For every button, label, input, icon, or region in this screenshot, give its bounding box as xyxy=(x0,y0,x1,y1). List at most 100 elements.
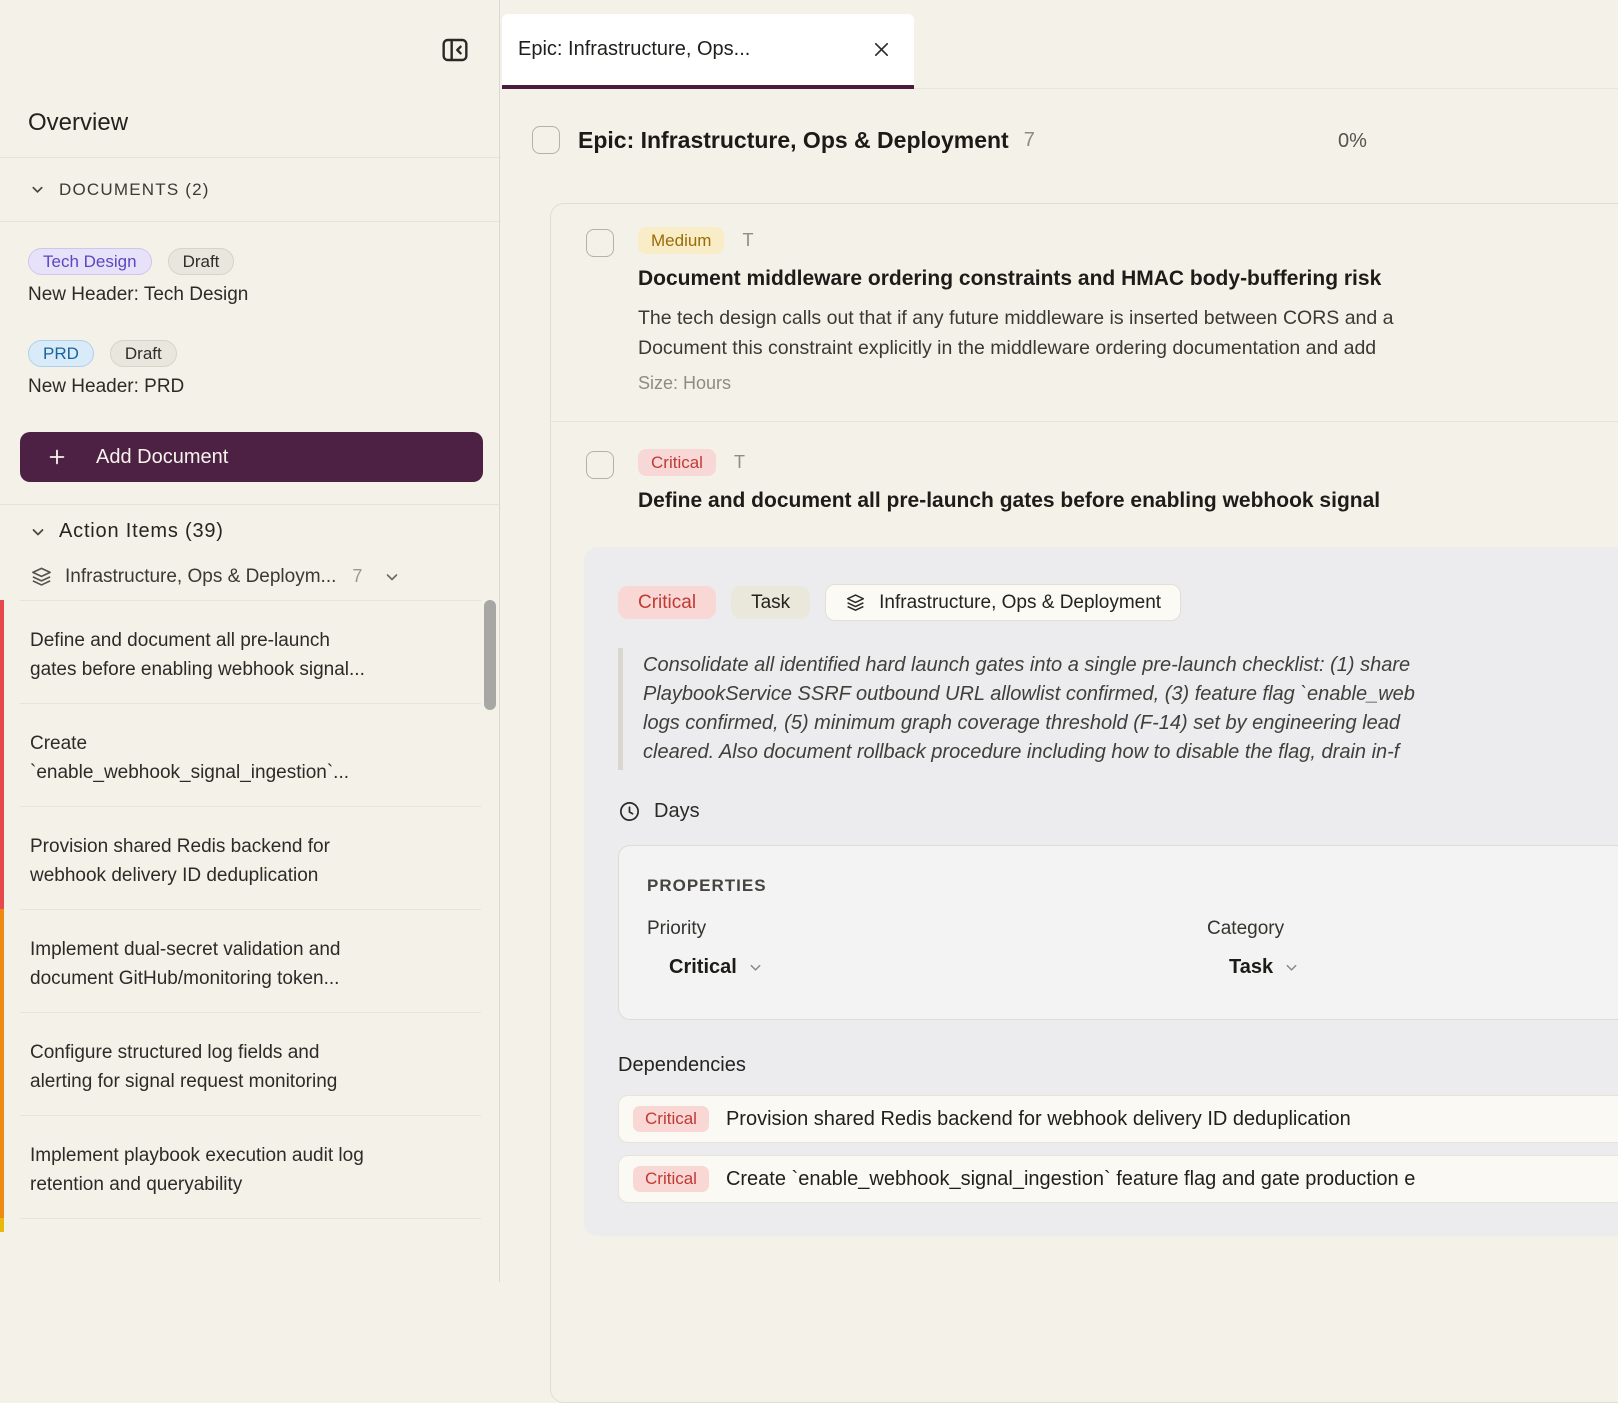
action-items-section-label: Action Items (39) xyxy=(59,520,224,543)
epic-chip-label: Infrastructure, Ops & Deployment xyxy=(879,592,1161,614)
dependency-priority-badge: Critical xyxy=(633,1166,709,1192)
action-item[interactable]: Implement dual-secret validation and doc… xyxy=(0,909,499,1012)
priority-badge: Critical xyxy=(638,449,716,476)
quote-line: logs confirmed, (5) minimum graph covera… xyxy=(643,709,1618,738)
task-list: Medium T Document middleware ordering co… xyxy=(550,203,1618,1403)
effort-row: Days xyxy=(618,800,1618,823)
group-label: Infrastructure, Ops & Deploym... xyxy=(65,566,336,588)
chevron-down-icon xyxy=(1284,960,1299,975)
task-checkbox[interactable] xyxy=(586,229,614,257)
collapse-sidebar-button[interactable] xyxy=(439,34,471,66)
action-item[interactable]: Define and document all pre-launch gates… xyxy=(0,600,499,703)
sidebar-item-overview[interactable]: Overview xyxy=(0,88,499,158)
chevron-down-icon xyxy=(748,960,763,975)
action-item[interactable]: Create `enable_webhook_signal_ingestion`… xyxy=(0,703,499,806)
group-count: 7 xyxy=(352,566,362,587)
action-items-list: Define and document all pre-launch gates… xyxy=(0,600,499,1232)
action-item-text: webhook delivery ID deduplication xyxy=(30,861,459,890)
category-label: Category xyxy=(1207,918,1618,940)
task-card-expanded[interactable]: Critical T Define and document all pre-l… xyxy=(551,421,1618,1236)
properties-panel: PROPERTIES Priority Critical xyxy=(618,845,1618,1020)
add-document-button[interactable]: Add Document xyxy=(20,432,483,482)
chevron-down-icon xyxy=(30,524,45,539)
priority-label: Priority xyxy=(647,918,1207,940)
doc-status-badge: Draft xyxy=(110,340,177,367)
document-item-prd[interactable]: PRD Draft New Header: PRD xyxy=(28,340,471,398)
dependency-priority-badge: Critical xyxy=(633,1106,709,1132)
action-item-text: Configure structured log fields and xyxy=(30,1038,459,1067)
dependency-item[interactable]: Critical Create `enable_webhook_signal_i… xyxy=(618,1155,1618,1203)
action-item[interactable]: Provision shared Redis backend for webho… xyxy=(0,806,499,909)
quote-line: PlaybookService SSRF outbound URL allowl… xyxy=(643,680,1618,709)
action-item-text: Implement playbook execution audit log xyxy=(30,1141,459,1170)
action-item[interactable]: Implement playbook execution audit log r… xyxy=(0,1115,499,1218)
action-item-text: Implement dual-secret validation and xyxy=(30,935,459,964)
action-items-section-header[interactable]: Action Items (39) xyxy=(0,505,499,557)
sidebar: Overview DOCUMENTS (2) Tech Design Draft… xyxy=(0,0,500,1282)
task-type-indicator: T xyxy=(734,452,745,473)
action-items-group-infrastructure[interactable]: Infrastructure, Ops & Deploym... 7 xyxy=(0,557,499,600)
doc-status-badge: Draft xyxy=(168,248,235,275)
priority-value: Critical xyxy=(669,956,737,979)
tab-label: Epic: Infrastructure, Ops... xyxy=(518,38,871,61)
close-icon[interactable] xyxy=(871,39,892,60)
action-item-text: `enable_webhook_signal_ingestion`... xyxy=(30,758,459,787)
documents-section-header[interactable]: DOCUMENTS (2) xyxy=(0,158,499,222)
quote-line: Consolidate all identified hard launch g… xyxy=(643,651,1618,680)
action-item[interactable]: Configure structured log fields and aler… xyxy=(0,1012,499,1115)
epic-task-count: 7 xyxy=(1024,129,1035,152)
properties-header: PROPERTIES xyxy=(647,876,1618,896)
priority-badge: Critical xyxy=(618,586,716,619)
category-value: Task xyxy=(1229,956,1273,979)
task-description-line: Document this constraint explicitly in t… xyxy=(638,333,1618,363)
layers-icon xyxy=(30,565,53,588)
action-item-text: document GitHub/monitoring token... xyxy=(30,964,459,993)
dependencies-label: Dependencies xyxy=(618,1054,1618,1077)
sidebar-scrollbar-thumb[interactable] xyxy=(484,600,496,710)
sidebar-topbar xyxy=(0,0,499,88)
task-card[interactable]: Medium T Document middleware ordering co… xyxy=(551,204,1618,421)
sidebar-divider xyxy=(0,482,499,505)
action-item-text: alerting for signal request monitoring xyxy=(30,1067,459,1096)
clock-icon xyxy=(618,800,641,823)
task-title: Define and document all pre-launch gates… xyxy=(638,489,1618,513)
category-badge: Task xyxy=(731,586,810,619)
action-item-text: Create xyxy=(30,729,459,758)
action-item[interactable] xyxy=(0,1218,499,1232)
quote-line: cleared. Also document rollback procedur… xyxy=(643,738,1618,767)
action-item-text: gates before enabling webhook signal... xyxy=(30,655,459,684)
dependency-item[interactable]: Critical Provision shared Redis backend … xyxy=(618,1095,1618,1143)
main-content: Epic: Infrastructure, Ops... Epic: Infra… xyxy=(501,0,1618,1282)
task-type-indicator: T xyxy=(742,230,753,251)
epic-title: Epic: Infrastructure, Ops & Deployment xyxy=(578,127,1009,154)
epic-checkbox[interactable] xyxy=(532,126,560,154)
task-description-line: The tech design calls out that if any fu… xyxy=(638,303,1618,333)
category-dropdown[interactable]: Task xyxy=(1229,956,1299,979)
epic-chip[interactable]: Infrastructure, Ops & Deployment xyxy=(825,584,1181,621)
add-document-label: Add Document xyxy=(96,446,228,469)
action-item-text: Define and document all pre-launch xyxy=(30,626,459,655)
tab-strip: Epic: Infrastructure, Ops... xyxy=(501,0,1618,89)
priority-dropdown[interactable]: Critical xyxy=(669,956,763,979)
document-title: New Header: PRD xyxy=(28,376,471,398)
task-detail-description: Consolidate all identified hard launch g… xyxy=(618,648,1618,770)
document-item-tech-design[interactable]: Tech Design Draft New Header: Tech Desig… xyxy=(28,248,471,306)
epic-progress: 0% xyxy=(1338,130,1367,153)
effort-label: Days xyxy=(654,800,700,823)
task-checkbox[interactable] xyxy=(586,451,614,479)
tab-epic-infrastructure[interactable]: Epic: Infrastructure, Ops... xyxy=(502,14,914,89)
documents-section-label: DOCUMENTS (2) xyxy=(59,180,210,200)
document-title: New Header: Tech Design xyxy=(28,284,471,306)
action-item-text: retention and queryability xyxy=(30,1170,459,1199)
documents-list: Tech Design Draft New Header: Tech Desig… xyxy=(0,222,499,398)
task-size: Size: Hours xyxy=(638,373,1618,394)
collapse-sidebar-icon xyxy=(439,34,471,66)
task-detail-panel: Critical Task Infrastructure, Ops & Depl… xyxy=(584,547,1618,1236)
overview-label: Overview xyxy=(28,109,128,137)
priority-badge: Medium xyxy=(638,227,724,254)
doc-type-badge: PRD xyxy=(28,340,94,367)
chevron-down-icon xyxy=(30,182,45,197)
epic-header: Epic: Infrastructure, Ops & Deployment 7… xyxy=(532,126,1618,154)
plus-icon xyxy=(46,446,68,468)
chevron-down-icon xyxy=(384,569,400,585)
